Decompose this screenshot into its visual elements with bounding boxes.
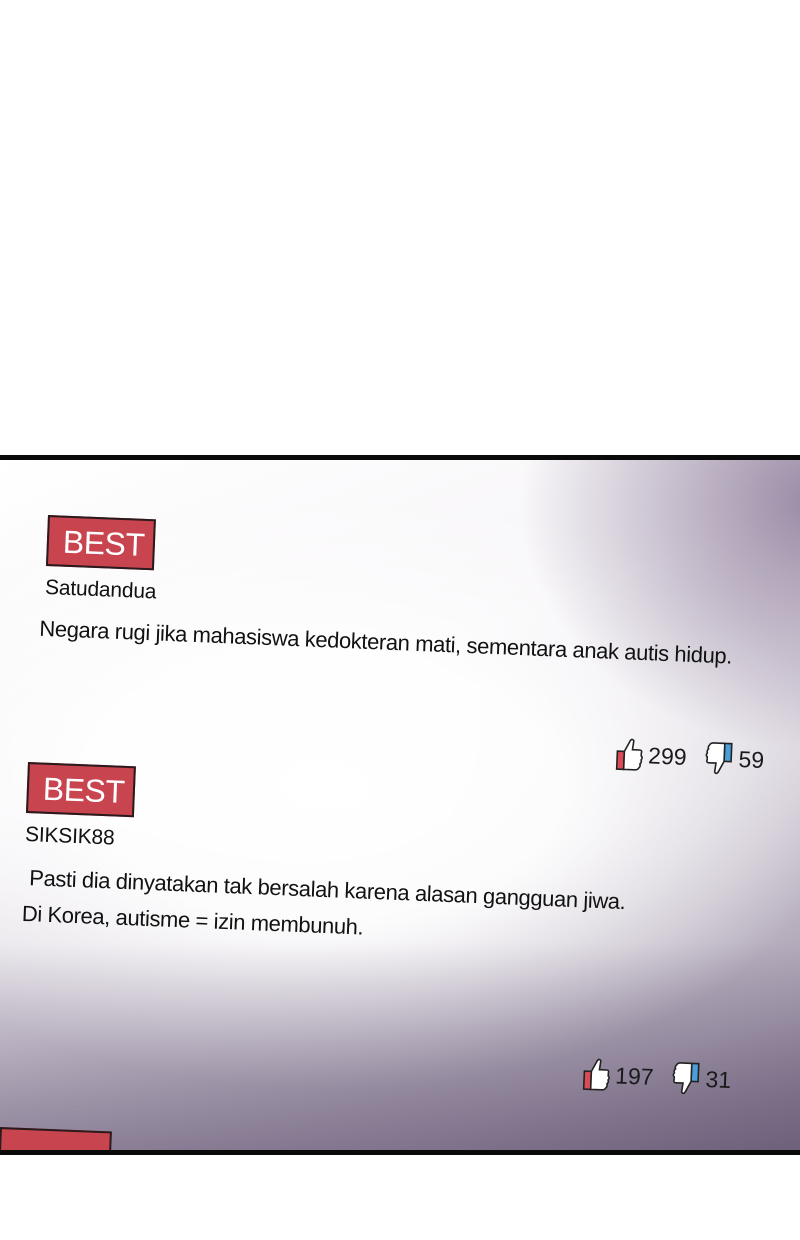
dislike-count: 31 xyxy=(705,1065,732,1093)
thumbs-up-icon[interactable] xyxy=(614,736,645,773)
like-count: 197 xyxy=(614,1061,655,1090)
comment-card: BEST Satudandua Negara rugi jika mahasis… xyxy=(39,515,800,676)
dislike-count: 59 xyxy=(738,745,765,773)
comment-panel: BEST Satudandua Negara rugi jika mahasis… xyxy=(0,455,800,1155)
thumbs-down-icon[interactable] xyxy=(671,1060,702,1097)
comment-card: BEST SIKSIK88 Pasti dia dinyatakan tak b… xyxy=(21,762,800,960)
vote-bar: 197 31 xyxy=(581,1056,750,1099)
vote-bar: 299 59 xyxy=(614,736,783,779)
best-badge: BEST xyxy=(45,515,156,571)
thumbs-up-icon[interactable] xyxy=(581,1056,612,1093)
thumbs-down-icon[interactable] xyxy=(704,740,735,777)
like-count: 299 xyxy=(647,741,688,770)
best-badge: BEST xyxy=(25,762,136,818)
next-best-badge-partial xyxy=(0,1127,112,1150)
